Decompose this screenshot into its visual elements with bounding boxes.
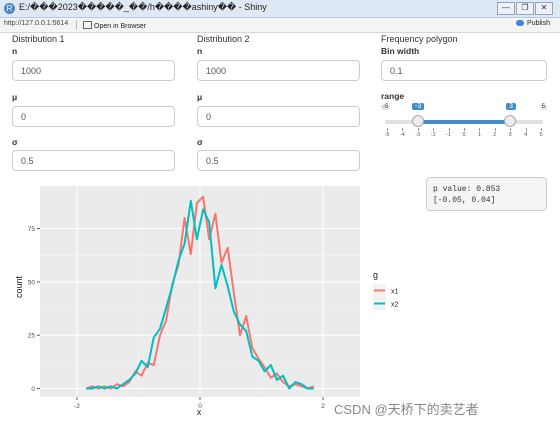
x-axis-label: x — [197, 407, 202, 417]
slider-high-handle[interactable] — [504, 115, 516, 127]
slider-grid-label: -1 — [446, 132, 452, 138]
y-tick-label: 0 — [31, 386, 35, 393]
range-slider[interactable]: -5 5 -3 3 -5 -4 -3 -2 -1 0 1 2 3 4 5 — [381, 103, 547, 144]
legend-label-x1: x1 — [391, 289, 399, 296]
range-low-value: -3 — [412, 103, 425, 110]
slider-grid-label: 0 — [462, 132, 466, 138]
legend-label-x2: x2 — [391, 302, 399, 309]
pvalue-line: p value: 0.853 — [433, 185, 501, 194]
y-tick-label: 25 — [28, 333, 36, 340]
close-button[interactable]: ✕ — [535, 2, 553, 15]
slider-grid-tick — [479, 128, 481, 131]
ci-line: [-0.05, 0.04] — [433, 196, 496, 205]
bin-width-label: Bin width — [381, 46, 420, 56]
slider-grid-label: -4 — [399, 132, 405, 138]
slider-grid-tick — [541, 128, 542, 131]
slider-grid-tick — [448, 128, 450, 131]
dist2-title: Distribution 2 — [197, 34, 250, 44]
range-min-label: -5 — [381, 104, 391, 110]
slider-grid-label: 5 — [539, 132, 543, 138]
slider-grid-label: 1 — [477, 132, 481, 138]
dist2-mu-label: μ — [197, 92, 203, 102]
dist2-mu-input[interactable]: 0 — [197, 106, 360, 127]
slider-grid-label: 2 — [493, 132, 497, 138]
slider-grid-label: -5 — [384, 132, 390, 138]
frequency-polygon-plot: -2 0 20255075 x count g x1x2 — [14, 186, 399, 417]
publish-button[interactable]: Publish — [516, 20, 550, 27]
freq-title: Frequency polygon — [381, 34, 458, 44]
dist1-n-input[interactable]: 1000 — [12, 60, 175, 81]
slider-grid-label: 3 — [508, 132, 512, 138]
dist1-title: Distribution 1 — [12, 34, 65, 44]
toolbar-divider — [76, 20, 77, 30]
pvalue-output: p value: 0.853 [-0.05, 0.04] — [426, 177, 547, 211]
url-label: http://127.0.0.1:5614 — [4, 20, 69, 27]
slider-grid-tick — [510, 128, 512, 131]
publish-icon — [516, 20, 525, 26]
open-in-browser-button[interactable]: Open in Browser — [80, 19, 149, 32]
dist1-n-label: n — [12, 46, 18, 56]
slider-grid-tick — [402, 128, 404, 131]
y-tick-label: 75 — [28, 226, 36, 233]
slider-grid-tick — [433, 128, 435, 131]
slider-grid-tick — [417, 128, 419, 131]
range-max-label: 5 — [539, 104, 547, 110]
slider-grid-label: 4 — [524, 132, 528, 138]
dist2-sigma-input[interactable]: 0.5 — [197, 150, 360, 171]
dist1-mu-input[interactable]: 0 — [12, 106, 175, 127]
slider-grid: -5 -4 -3 -2 -1 0 1 2 3 4 5 — [384, 128, 543, 144]
slider-grid-tick — [525, 128, 527, 131]
watermark: CSDN @天桥下的卖艺者 — [334, 402, 479, 417]
dist1-sigma-label: σ — [12, 137, 18, 147]
dist1-mu-label: μ — [12, 92, 18, 102]
slider-selected-bar[interactable] — [418, 120, 510, 124]
slider-grid-tick — [387, 128, 388, 131]
viewer-toolbar: http://127.0.0.1:5614 Open in Browser Pu… — [0, 18, 560, 33]
publish-label: Publish — [527, 20, 550, 27]
minimize-button[interactable]: — — [497, 2, 515, 15]
window-title: E:/���2023�����_��/h����ashiny�� - Shiny — [19, 2, 267, 12]
restore-button[interactable]: ❐ — [516, 2, 534, 15]
open-in-browser-label: Open in Browser — [94, 23, 147, 30]
dist2-n-input[interactable]: 1000 — [197, 60, 360, 81]
x-tick-label: 2 — [321, 403, 325, 410]
range-high-value: 3 — [506, 103, 516, 110]
slider-low-handle[interactable] — [412, 115, 424, 127]
slider-grid-tick — [494, 128, 496, 131]
bin-width-input[interactable]: 0.1 — [381, 60, 547, 81]
x-tick-label: -2 — [74, 403, 80, 410]
y-axis-label: count — [14, 275, 24, 298]
window-titlebar: R E:/���2023�����_��/h����ashiny�� - Shi… — [0, 0, 560, 18]
dist2-sigma-label: σ — [197, 137, 203, 147]
slider-grid-label: -3 — [415, 132, 421, 138]
open-in-browser-icon — [83, 21, 92, 29]
legend: g x1 x2 — [373, 270, 399, 310]
range-label: range — [381, 91, 405, 101]
dist2-n-label: n — [197, 46, 203, 56]
slider-grid-label: -2 — [430, 132, 436, 138]
slider-grid-tick — [464, 128, 465, 131]
legend-title: g — [373, 270, 378, 280]
dist1-sigma-input[interactable]: 0.5 — [12, 150, 175, 171]
app-icon: R — [4, 3, 15, 14]
y-tick-label: 50 — [28, 279, 36, 286]
